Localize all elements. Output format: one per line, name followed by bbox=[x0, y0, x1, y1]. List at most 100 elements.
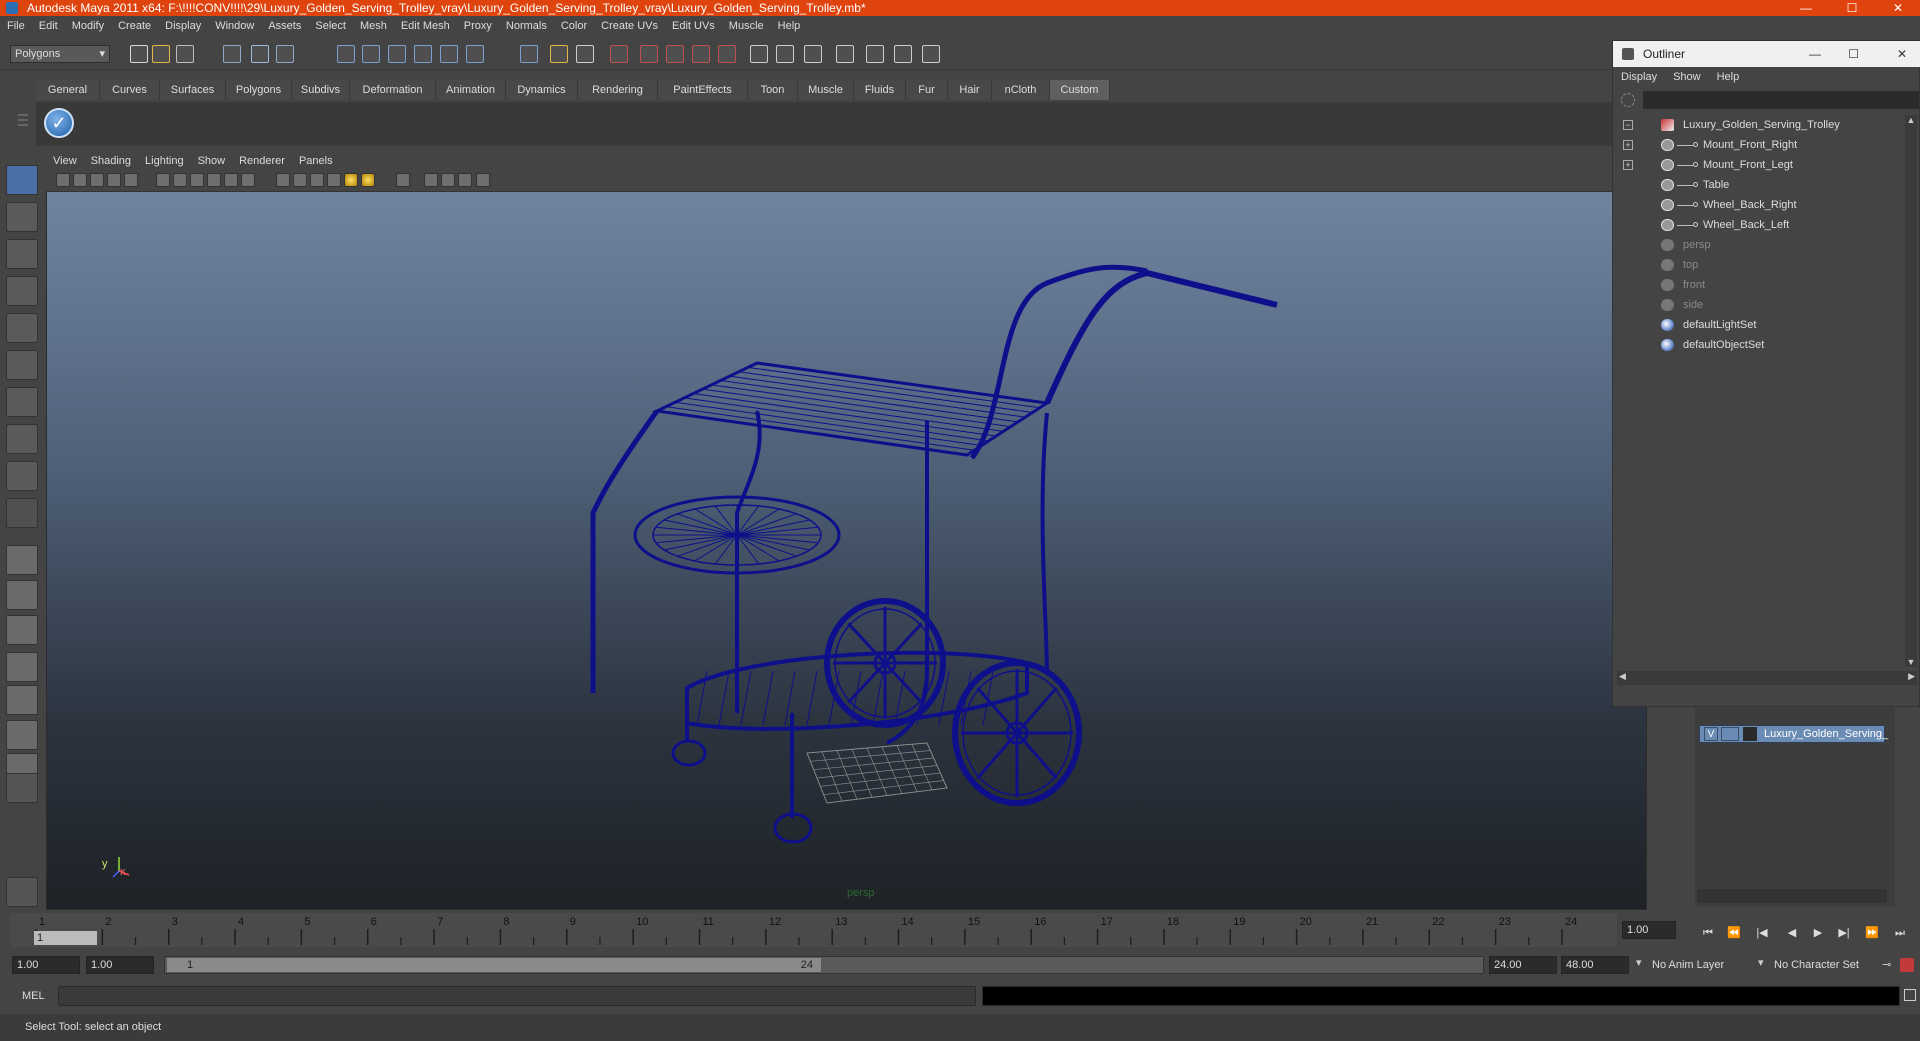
outliner-item[interactable]: − Luxury_Golden_Serving_Trolley bbox=[1613, 115, 1899, 135]
snap-curve-icon[interactable] bbox=[362, 45, 380, 63]
viewport-menu-view[interactable]: View bbox=[46, 152, 84, 170]
field-chart-icon[interactable] bbox=[207, 173, 221, 187]
camera-attributes-icon[interactable] bbox=[73, 173, 87, 187]
step-forward-frame-icon[interactable]: ▶| bbox=[1836, 925, 1852, 941]
shelf-tab-deformation[interactable]: Deformation bbox=[350, 80, 436, 100]
gate-mask-icon[interactable] bbox=[190, 173, 204, 187]
mel-label[interactable]: MEL bbox=[22, 987, 45, 1005]
layer-visibility-toggle[interactable]: V bbox=[1704, 727, 1718, 741]
menu-edit-mesh[interactable]: Edit Mesh bbox=[394, 16, 457, 36]
menu-set-dropdown[interactable]: Polygons ▾ bbox=[10, 45, 110, 63]
menu-edit-uvs[interactable]: Edit UVs bbox=[665, 16, 722, 36]
film-gate-icon[interactable] bbox=[156, 173, 170, 187]
filter-icon[interactable] bbox=[1621, 93, 1635, 107]
outliner-item[interactable]: + Mount_Front_Legt bbox=[1613, 155, 1899, 175]
outliner-layout-icon[interactable] bbox=[6, 720, 38, 750]
step-back-frame-icon[interactable]: |◀ bbox=[1754, 925, 1770, 941]
soft-mod-icon[interactable] bbox=[6, 424, 38, 454]
layer-hscrollbar[interactable] bbox=[1697, 889, 1887, 903]
layer-color-swatch[interactable] bbox=[1743, 727, 1757, 741]
playback-end-field[interactable]: 24.00 bbox=[1489, 956, 1557, 974]
hud-icon[interactable] bbox=[476, 173, 490, 187]
close-button[interactable]: ✕ bbox=[1878, 0, 1918, 16]
outliner-menu-display[interactable]: Display bbox=[1613, 67, 1665, 87]
menu-display[interactable]: Display bbox=[158, 16, 208, 36]
auto-key-icon[interactable] bbox=[1900, 958, 1914, 972]
move-tool-icon[interactable] bbox=[6, 276, 38, 306]
script-editor-icon[interactable] bbox=[1904, 989, 1916, 1001]
outliner-item[interactable]: defaultObjectSet bbox=[1613, 335, 1899, 355]
character-set-dropdown[interactable]: No Character Set bbox=[1774, 956, 1878, 974]
play-forward-icon[interactable]: ▶ bbox=[1810, 925, 1826, 941]
shelf-tab-fur[interactable]: Fur bbox=[906, 80, 948, 100]
lasso-tool-icon[interactable] bbox=[6, 202, 38, 232]
menu-modify[interactable]: Modify bbox=[65, 16, 111, 36]
snapshot-icon[interactable] bbox=[836, 45, 854, 63]
shelf-tab-muscle[interactable]: Muscle bbox=[798, 80, 854, 100]
menu-muscle[interactable]: Muscle bbox=[722, 16, 771, 36]
outliner-item[interactable]: Wheel_Back_Right bbox=[1613, 195, 1899, 215]
help-icon[interactable] bbox=[520, 45, 538, 63]
expand-toggle-icon[interactable]: + bbox=[1623, 140, 1633, 150]
end-time-field[interactable]: 48.00 bbox=[1561, 956, 1629, 974]
menu-proxy[interactable]: Proxy bbox=[457, 16, 499, 36]
menu-select[interactable]: Select bbox=[308, 16, 353, 36]
shelf-tab-curves[interactable]: Curves bbox=[100, 80, 160, 100]
shelf-tab-surfaces[interactable]: Surfaces bbox=[160, 80, 226, 100]
outliner-close-button[interactable]: ✕ bbox=[1897, 41, 1907, 67]
snap-grid-icon[interactable] bbox=[337, 45, 355, 63]
render-current-icon[interactable] bbox=[610, 45, 628, 63]
wireframe-icon[interactable] bbox=[276, 173, 290, 187]
textured-icon[interactable] bbox=[327, 173, 341, 187]
viewport-menu-panels[interactable]: Panels bbox=[292, 152, 340, 170]
start-time-field[interactable]: 1.00 bbox=[12, 956, 80, 974]
xray-joints-icon[interactable] bbox=[441, 173, 455, 187]
menu-create-uvs[interactable]: Create UVs bbox=[594, 16, 665, 36]
outliner-vscrollbar[interactable]: ▲ ▼ bbox=[1905, 115, 1917, 667]
shelf-tab-dynamics[interactable]: Dynamics bbox=[506, 80, 578, 100]
grid-toggle-icon[interactable] bbox=[124, 173, 138, 187]
layer-toggle-icon[interactable] bbox=[894, 45, 912, 63]
select-component-icon[interactable] bbox=[276, 45, 294, 63]
range-slider[interactable]: 1 24 bbox=[164, 956, 1484, 974]
shelf-tab-fluids[interactable]: Fluids bbox=[854, 80, 906, 100]
go-to-start-icon[interactable]: ⏮ bbox=[1700, 925, 1716, 941]
scale-tool-icon[interactable] bbox=[6, 350, 38, 380]
rotate-tool-icon[interactable] bbox=[6, 313, 38, 343]
play-backward-icon[interactable]: ◀ bbox=[1784, 925, 1800, 941]
panels-icon[interactable] bbox=[922, 45, 940, 63]
shadows-icon[interactable] bbox=[361, 173, 375, 187]
render-settings-icon[interactable] bbox=[666, 45, 684, 63]
outliner-maximize-button[interactable]: ☐ bbox=[1848, 41, 1859, 67]
step-forward-key-icon[interactable]: ⏩ bbox=[1864, 925, 1880, 941]
isolate-select-icon[interactable] bbox=[396, 173, 410, 187]
shelf-tab-rendering[interactable]: Rendering bbox=[578, 80, 658, 100]
command-input[interactable] bbox=[58, 986, 976, 1006]
viewport-menu-show[interactable]: Show bbox=[191, 152, 233, 170]
persp-hypergraph-layout-icon[interactable] bbox=[6, 685, 38, 715]
shelf-tab-painteffects[interactable]: PaintEffects bbox=[658, 80, 748, 100]
use-all-lights-icon[interactable] bbox=[344, 173, 358, 187]
collapse-toggle-icon[interactable]: − bbox=[1623, 120, 1633, 130]
select-hierarchy-icon[interactable] bbox=[223, 45, 241, 63]
layer-type-toggle[interactable] bbox=[1721, 727, 1739, 741]
outliner-menu-help[interactable]: Help bbox=[1709, 67, 1748, 87]
image-plane-icon[interactable] bbox=[107, 173, 121, 187]
resolution-gate-icon[interactable] bbox=[173, 173, 187, 187]
last-tool-icon[interactable] bbox=[6, 498, 38, 528]
show-manipulator-icon[interactable] bbox=[6, 461, 38, 491]
current-frame-marker[interactable]: 1 bbox=[34, 931, 97, 945]
open-scene-icon[interactable] bbox=[152, 45, 170, 63]
snap-point-icon[interactable] bbox=[388, 45, 406, 63]
safe-action-icon[interactable] bbox=[224, 173, 238, 187]
checkmark-shelf-icon[interactable]: ✓ bbox=[44, 108, 74, 138]
lock-icon[interactable] bbox=[550, 45, 568, 63]
outliner-item[interactable]: front bbox=[1613, 275, 1899, 295]
shelf-tab-polygons[interactable]: Polygons bbox=[226, 80, 292, 100]
menu-create[interactable]: Create bbox=[111, 16, 158, 36]
shelf-tab-subdivs[interactable]: Subdivs bbox=[292, 80, 350, 100]
viewport-menu-renderer[interactable]: Renderer bbox=[232, 152, 292, 170]
single-perspective-layout-icon[interactable] bbox=[6, 545, 38, 575]
menu-help[interactable]: Help bbox=[771, 16, 808, 36]
wireframe-on-shaded-icon[interactable] bbox=[310, 173, 324, 187]
